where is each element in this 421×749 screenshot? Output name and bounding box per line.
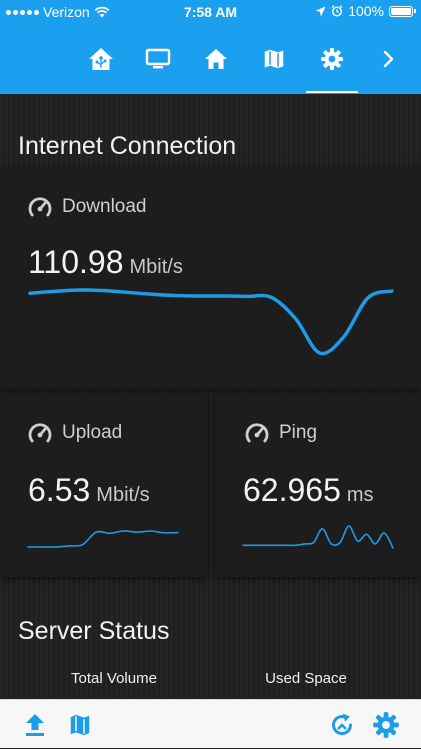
refresh-icon xyxy=(332,713,352,735)
tab-home-assistant[interactable] xyxy=(75,24,127,94)
speedometer-icon xyxy=(28,197,52,217)
upload-number: 6.53 xyxy=(28,472,91,508)
upload-card[interactable]: Upload 6.53 Mbit/s xyxy=(0,394,207,577)
map-icon xyxy=(69,712,91,737)
bottom-toolbar xyxy=(0,699,421,748)
ping-number: 62.965 xyxy=(243,472,341,508)
home-assistant-icon xyxy=(89,48,113,70)
tab-media[interactable] xyxy=(132,24,184,94)
battery-percent: 100% xyxy=(348,3,384,19)
ping-label: Ping xyxy=(279,422,318,443)
section-title-server-status: Server Status xyxy=(18,617,170,645)
battery-fill xyxy=(391,7,411,15)
gear-icon xyxy=(321,48,343,70)
ping-history-graph xyxy=(242,525,394,549)
section-title-internet: Internet Connection xyxy=(18,132,237,160)
download-value: 110.98 Mbit/s xyxy=(28,244,183,281)
upload-value: 6.53 Mbit/s xyxy=(28,472,150,509)
ping-unit: ms xyxy=(346,484,374,506)
speedometer-icon xyxy=(28,423,52,443)
download-history-graph xyxy=(28,288,394,356)
speedometer-icon xyxy=(245,423,269,443)
upload-unit: Mbit/s xyxy=(96,484,150,506)
map-icon xyxy=(263,48,285,70)
upload-button[interactable] xyxy=(15,700,55,749)
sparkline-path xyxy=(242,525,394,549)
download-number: 110.98 xyxy=(28,244,124,280)
download-label: Download xyxy=(62,196,147,217)
status-bar: Verizon 7:58 AM 100% xyxy=(0,0,421,24)
map-button[interactable] xyxy=(60,700,100,749)
upload-history-graph xyxy=(27,530,179,548)
home-icon xyxy=(205,49,227,69)
location-arrow-icon xyxy=(315,6,326,16)
gear-icon xyxy=(373,711,399,738)
tab-map[interactable] xyxy=(248,24,300,94)
download-unit: Mbit/s xyxy=(129,256,183,278)
download-card[interactable]: Download 110.98 Mbit/s xyxy=(0,166,421,389)
upload-label: Upload xyxy=(62,422,123,443)
tab-home[interactable] xyxy=(190,24,242,94)
download-header: Download xyxy=(28,196,147,218)
ping-header: Ping xyxy=(245,422,317,444)
alarm-icon xyxy=(331,5,343,17)
tab-settings[interactable] xyxy=(306,24,358,94)
sparkline-path xyxy=(27,530,179,548)
tab-more[interactable] xyxy=(364,24,414,94)
status-right: 100% xyxy=(315,3,416,19)
refresh-button[interactable] xyxy=(322,700,362,749)
battery-icon xyxy=(389,5,416,17)
upload-icon xyxy=(26,713,44,736)
ping-card[interactable]: Ping 62.965 ms xyxy=(215,394,421,577)
ping-value: 62.965 ms xyxy=(243,472,374,509)
settings-button[interactable] xyxy=(366,700,406,749)
sparkline-path xyxy=(28,288,394,356)
upload-header: Upload xyxy=(28,422,122,444)
used-space-label: Used Space xyxy=(265,670,347,687)
top-nav xyxy=(0,24,421,94)
chevron-right-icon xyxy=(383,50,394,68)
total-volume-label: Total Volume xyxy=(71,670,157,687)
content-area: Internet Connection Download 110.98 Mbit… xyxy=(0,94,421,699)
tv-icon xyxy=(145,48,171,69)
